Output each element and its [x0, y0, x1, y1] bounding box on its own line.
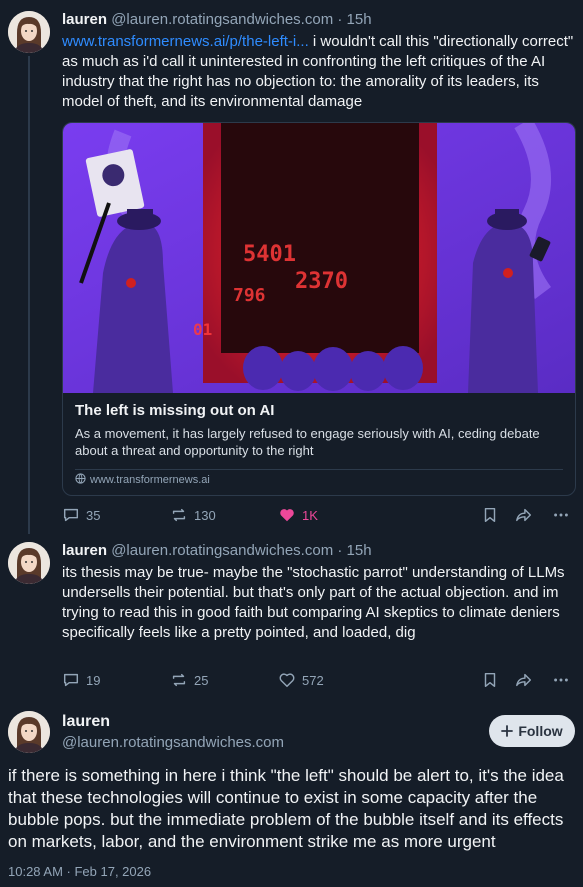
post-text: its thesis may be true- maybe the "stoch…: [62, 564, 565, 641]
post-header: lauren @lauren.rotatingsandwiches.com · …: [62, 11, 372, 28]
more-button[interactable]: [552, 506, 570, 524]
image-number: 2370: [295, 269, 348, 294]
follow-button[interactable]: Follow: [489, 715, 575, 747]
bookmark-button[interactable]: [481, 506, 499, 524]
like-button[interactable]: 1K: [278, 506, 318, 524]
author-name[interactable]: lauren: [62, 542, 107, 559]
post-text: www.transformernews.ai/p/the-left-i... i…: [62, 32, 577, 112]
heart-icon: [279, 673, 295, 688]
repost-count: 130: [194, 507, 216, 523]
thread-connector: [28, 56, 30, 534]
reply-count: 19: [86, 672, 101, 688]
post-time[interactable]: 15h: [347, 542, 372, 559]
divider: [75, 469, 563, 470]
separator: ·: [337, 11, 343, 28]
share-button[interactable]: [515, 506, 533, 524]
more-button[interactable]: [552, 671, 570, 689]
reply-button[interactable]: 35: [62, 506, 100, 524]
bookmark-icon: [484, 672, 496, 688]
follow-label: Follow: [518, 723, 563, 739]
post-actions: 35 130 1K: [62, 506, 577, 526]
author-handle[interactable]: @lauren.rotatingsandwiches.com: [111, 11, 333, 28]
reply-icon: [63, 673, 79, 687]
post-link[interactable]: www.transformernews.ai/p/the-left-i...: [62, 33, 309, 50]
author-name[interactable]: lauren: [62, 11, 107, 28]
repost-button[interactable]: 25: [170, 671, 208, 689]
author-handle[interactable]: @lauren.rotatingsandwiches.com: [62, 734, 284, 751]
author-name[interactable]: lauren: [62, 713, 110, 731]
post-time[interactable]: 15h: [347, 11, 372, 28]
bookmark-icon: [484, 507, 496, 523]
post-text: if there is something in here i think "t…: [8, 766, 564, 851]
avatar[interactable]: [8, 542, 50, 584]
like-button[interactable]: 572: [278, 671, 324, 689]
image-number: 796: [233, 285, 266, 306]
bookmark-button[interactable]: [481, 671, 499, 689]
repost-icon: [172, 508, 186, 522]
image-number: 01: [193, 320, 212, 339]
like-count: 572: [302, 672, 324, 688]
link-domain-text: www.transformernews.ai: [90, 474, 210, 486]
plus-icon: [501, 725, 514, 737]
avatar[interactable]: [8, 11, 50, 53]
reply-button[interactable]: 19: [62, 671, 100, 689]
more-icon: [554, 513, 568, 517]
reply-count: 35: [86, 507, 101, 523]
link-card-image: 5401 2370 796 01: [63, 123, 575, 393]
separator: ·: [337, 542, 343, 559]
link-card-domain: www.transformernews.ai: [75, 473, 210, 487]
post-timestamp: 10:28 AM · Feb 17, 2026: [8, 864, 152, 879]
author-handle[interactable]: @lauren.rotatingsandwiches.com: [111, 542, 333, 559]
share-icon: [516, 508, 532, 522]
more-icon: [554, 678, 568, 682]
repost-icon: [172, 673, 186, 687]
image-number: 5401: [243, 242, 296, 267]
avatar[interactable]: [8, 711, 50, 753]
globe-icon: [75, 473, 86, 487]
post-actions: 19 25 572: [62, 671, 577, 691]
post-header: lauren @lauren.rotatingsandwiches.com · …: [62, 542, 372, 559]
share-button[interactable]: [515, 671, 533, 689]
like-count: 1K: [302, 507, 318, 523]
link-card[interactable]: 5401 2370 796 01 The left is missing out…: [62, 122, 576, 496]
reply-icon: [63, 508, 79, 522]
share-icon: [516, 673, 532, 687]
repost-button[interactable]: 130: [170, 506, 216, 524]
link-card-title[interactable]: The left is missing out on AI: [75, 402, 274, 419]
heart-icon: [280, 509, 294, 522]
link-card-description: As a movement, it has largely refused to…: [75, 426, 540, 458]
repost-count: 25: [194, 672, 209, 688]
